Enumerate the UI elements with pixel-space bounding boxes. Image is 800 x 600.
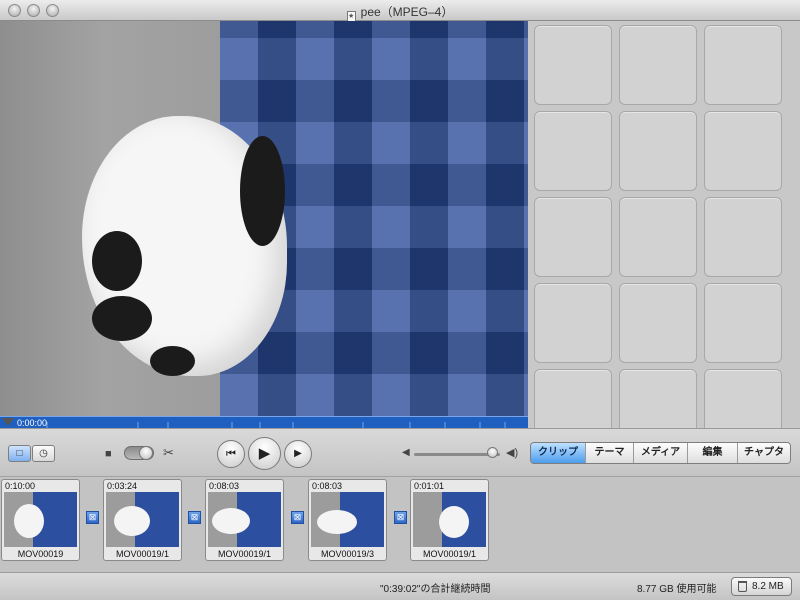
clip-duration: 0:08:03 xyxy=(312,481,343,491)
clip-duration: 0:03:24 xyxy=(107,481,138,491)
clip-thumbnail xyxy=(311,492,384,547)
tab-chapters[interactable]: チャプタ xyxy=(738,443,790,463)
rewind-icon: ⏮ xyxy=(226,448,236,460)
clip-slot[interactable] xyxy=(704,197,782,277)
current-time: 0:00:00 xyxy=(17,418,48,428)
clip-view-icon: □ xyxy=(16,448,23,459)
timeline-viewer-button[interactable]: ◷ xyxy=(32,445,55,462)
switch-knob[interactable] xyxy=(139,446,153,460)
trash-icon xyxy=(738,581,747,592)
fullscreen-play-icon: ▶ xyxy=(294,448,302,459)
video-cat-spot xyxy=(240,136,285,246)
transition-icon: ⊠ xyxy=(188,511,201,524)
clip-duration: 0:01:01 xyxy=(414,481,445,491)
transition-marker[interactable]: ⊠ xyxy=(183,510,205,526)
clip-slot[interactable] xyxy=(534,197,612,277)
play-button[interactable]: ▶ xyxy=(248,437,281,470)
fullscreen-play-button[interactable]: ▶ xyxy=(284,440,312,468)
clip-slot[interactable] xyxy=(619,197,697,277)
transition-icon: ⊠ xyxy=(291,511,304,524)
transition-marker[interactable]: ⊠ xyxy=(286,510,308,526)
timeline-clip[interactable]: 0:01:01 MOV00019/1 xyxy=(410,479,489,561)
clip-slot[interactable] xyxy=(534,25,612,105)
imovie-window: ★ pee（MPEG–4） 0:00:00 □ ◷ ■ ✂ ⏮ ▶ ▶ ◀ ◀)… xyxy=(0,0,800,600)
tab-clips[interactable]: クリップ xyxy=(531,443,586,463)
transition-icon: ⊠ xyxy=(394,511,407,524)
video-cat-spot xyxy=(92,231,142,291)
clip-slot[interactable] xyxy=(534,283,612,363)
clip-name: MOV00019/3 xyxy=(320,549,375,559)
clip-thumbnail xyxy=(208,492,281,547)
title-bar[interactable]: ★ pee（MPEG–4） xyxy=(0,0,800,23)
clip-slot[interactable] xyxy=(619,283,697,363)
transition-marker[interactable]: ⊠ xyxy=(81,510,103,526)
clip-name: MOV00019/1 xyxy=(217,549,272,559)
clip-slot[interactable] xyxy=(534,111,612,191)
timeline-clip[interactable]: 0:08:03 MOV00019/1 xyxy=(205,479,284,561)
timeline-clip[interactable]: 0:03:24 MOV00019/1 xyxy=(103,479,182,561)
clip-slot[interactable] xyxy=(704,283,782,363)
play-icon: ▶ xyxy=(258,445,271,462)
clip-name: MOV00019/1 xyxy=(422,549,477,559)
camera-icon: ■ xyxy=(105,448,112,460)
clip-viewer-button[interactable]: □ xyxy=(8,445,31,462)
trash-button[interactable]: 8.2 MB xyxy=(731,577,792,596)
clip-duration: 0:08:03 xyxy=(209,481,240,491)
clip-thumbnail xyxy=(4,492,77,547)
timeline-clip[interactable]: 0:08:03 MOV00019/3 xyxy=(308,479,387,561)
camera-edit-mode-switch[interactable] xyxy=(124,446,154,460)
video-preview[interactable] xyxy=(0,21,528,416)
clip-name: MOV00019 xyxy=(17,549,64,559)
clip-slot[interactable] xyxy=(619,25,697,105)
clip-slot[interactable] xyxy=(534,369,612,428)
timeline-clip[interactable]: 0:10:00 MOV00019 xyxy=(1,479,80,561)
clip-slot[interactable] xyxy=(704,369,782,428)
total-duration: "0:39:02"の合計継続時間 xyxy=(380,584,491,595)
video-cat-spot xyxy=(92,296,152,341)
pane-tab-bar: クリップ テーマ メディア 編集 チャプタ xyxy=(530,442,791,464)
clip-slot[interactable] xyxy=(619,369,697,428)
window-title: ★ pee（MPEG–4） xyxy=(0,3,800,23)
scissors-icon[interactable]: ✂ xyxy=(163,445,174,461)
clip-slot[interactable] xyxy=(704,25,782,105)
window-title-text: pee（MPEG–4） xyxy=(360,5,454,19)
clip-duration: 0:10:00 xyxy=(5,481,36,491)
clip-thumbnail xyxy=(106,492,179,547)
transition-marker[interactable]: ⊠ xyxy=(389,510,411,526)
volume-high-icon: ◀) xyxy=(506,447,519,459)
volume-low-icon: ◀ xyxy=(402,447,410,458)
clip-pane-grid xyxy=(528,21,800,428)
trash-size: 8.2 MB xyxy=(752,581,784,592)
free-disk-space: 8.77 GB 使用可能 xyxy=(637,584,717,595)
clip-thumbnail xyxy=(413,492,486,547)
clock-icon: ◷ xyxy=(39,448,48,459)
tab-media[interactable]: メディア xyxy=(634,443,688,463)
rewind-button[interactable]: ⏮ xyxy=(217,440,245,468)
playhead-marker[interactable] xyxy=(2,418,14,426)
tab-themes[interactable]: テーマ xyxy=(586,443,634,463)
video-cat-spot xyxy=(150,346,195,376)
clip-name: MOV00019/1 xyxy=(115,549,170,559)
tab-editing[interactable]: 編集 xyxy=(688,443,738,463)
clip-slot[interactable] xyxy=(619,111,697,191)
clip-slot[interactable] xyxy=(704,111,782,191)
transition-icon: ⊠ xyxy=(86,511,99,524)
